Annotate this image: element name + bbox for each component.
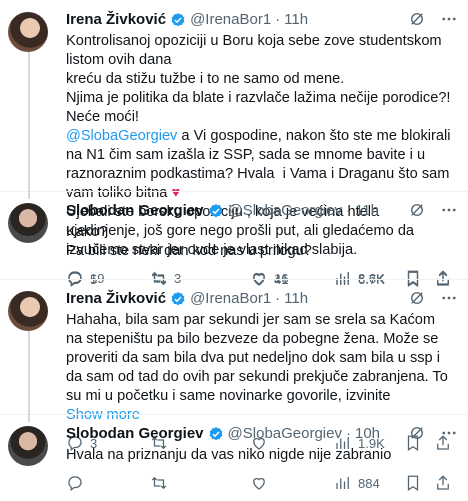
grok-icon[interactable] [408,201,426,219]
tweet[interactable]: Slobodan Georgiev @SlobaGeorgiev · 10h H… [0,414,468,493]
retweet-icon [151,476,167,490]
tweet-top-actions [408,201,458,219]
tweet-header: Irena Živković @IrenaBor1 · 11h [66,10,458,30]
tweet[interactable]: Slobodan Georgiev @SlobaGeorgiev · 11h K… [0,191,468,288]
author-handle[interactable]: @IrenaBor1 [190,10,271,30]
tweet-line: Kontrolisanoj opoziciji u Boru koja sebe… [66,33,446,68]
author-handle[interactable]: @IrenaBor1 [190,289,271,309]
separator-dot: · [346,425,351,442]
tweet-line: kreću da stižu tužbe i to ne samo od men… [66,71,345,87]
tweet-top-actions [408,424,458,442]
views-icon [336,477,349,489]
verified-badge-icon [209,427,222,441]
divider [0,191,468,192]
mention-link[interactable]: @SlobaGeorgiev [66,128,177,144]
author-handle[interactable]: @SlobaGeorgiev [228,424,342,444]
divider [0,279,468,280]
tweet-header: Slobodan Georgiev @SlobaGeorgiev · 10h [66,424,458,444]
tweet-text: Kako? Pa bili ste neki dan kod nas u pri… [66,224,312,259]
avatar[interactable] [8,426,48,466]
tweet-actions: 884 [66,465,458,501]
timestamp[interactable]: 11h [284,10,308,30]
timestamp[interactable]: 11h [355,201,379,221]
avatar[interactable] [8,203,48,243]
grok-icon[interactable] [408,424,426,442]
tweet[interactable]: Irena Živković @IrenaBor1 · 11h Hahaha, … [0,279,468,452]
author-name[interactable]: Irena Živković [66,10,166,30]
reply-button[interactable] [66,474,150,492]
more-options-icon[interactable] [440,289,458,307]
author-name[interactable]: Slobodan Georgiev [66,424,204,444]
more-options-icon[interactable] [440,424,458,442]
tweet-top-actions [408,289,458,307]
separator-dot: · [275,11,281,28]
avatar[interactable] [8,12,48,52]
timestamp[interactable]: 10h [355,424,380,444]
retweet-button[interactable] [150,474,250,492]
verified-badge-icon [209,204,222,218]
separator-dot: · [275,290,281,307]
tweet-header: Irena Živković @IrenaBor1 · 11h [66,289,458,309]
verified-badge-icon [171,292,185,306]
view-count: 884 [358,475,380,491]
bookmark-button[interactable] [404,474,434,492]
share-button[interactable] [434,474,452,492]
tweet-line: Njima je politika da blate i razvlače la… [66,90,455,125]
avatar[interactable] [8,291,48,331]
author-name[interactable]: Slobodan Georgiev [66,201,204,221]
author-handle[interactable]: @SlobaGeorgiev [228,201,342,221]
like-icon [253,477,265,490]
share-icon [437,475,449,490]
tweet-text: Hahaha, bila sam par sekundi jer sam se … [66,312,452,404]
more-options-icon[interactable] [440,10,458,28]
tweet-top-actions [408,10,458,28]
timestamp[interactable]: 11h [284,289,308,309]
more-options-icon[interactable] [440,201,458,219]
reply-icon [68,476,82,492]
tweet[interactable]: Irena Živković @IrenaBor1 · 11h Kontroli… [0,0,468,287]
author-name[interactable]: Irena Živković [66,289,166,309]
divider [0,414,468,415]
grok-icon[interactable] [408,289,426,307]
tweet-text: Hvala na priznanju da vas niko nigde nij… [66,447,392,463]
grok-icon[interactable] [408,10,426,28]
tweet-header: Slobodan Georgiev @SlobaGeorgiev · 11h [66,201,458,221]
like-button[interactable] [250,474,334,492]
separator-dot: · [346,202,351,219]
bookmark-icon [407,475,419,491]
views-button[interactable]: 884 [334,474,404,492]
verified-badge-icon [171,13,185,27]
